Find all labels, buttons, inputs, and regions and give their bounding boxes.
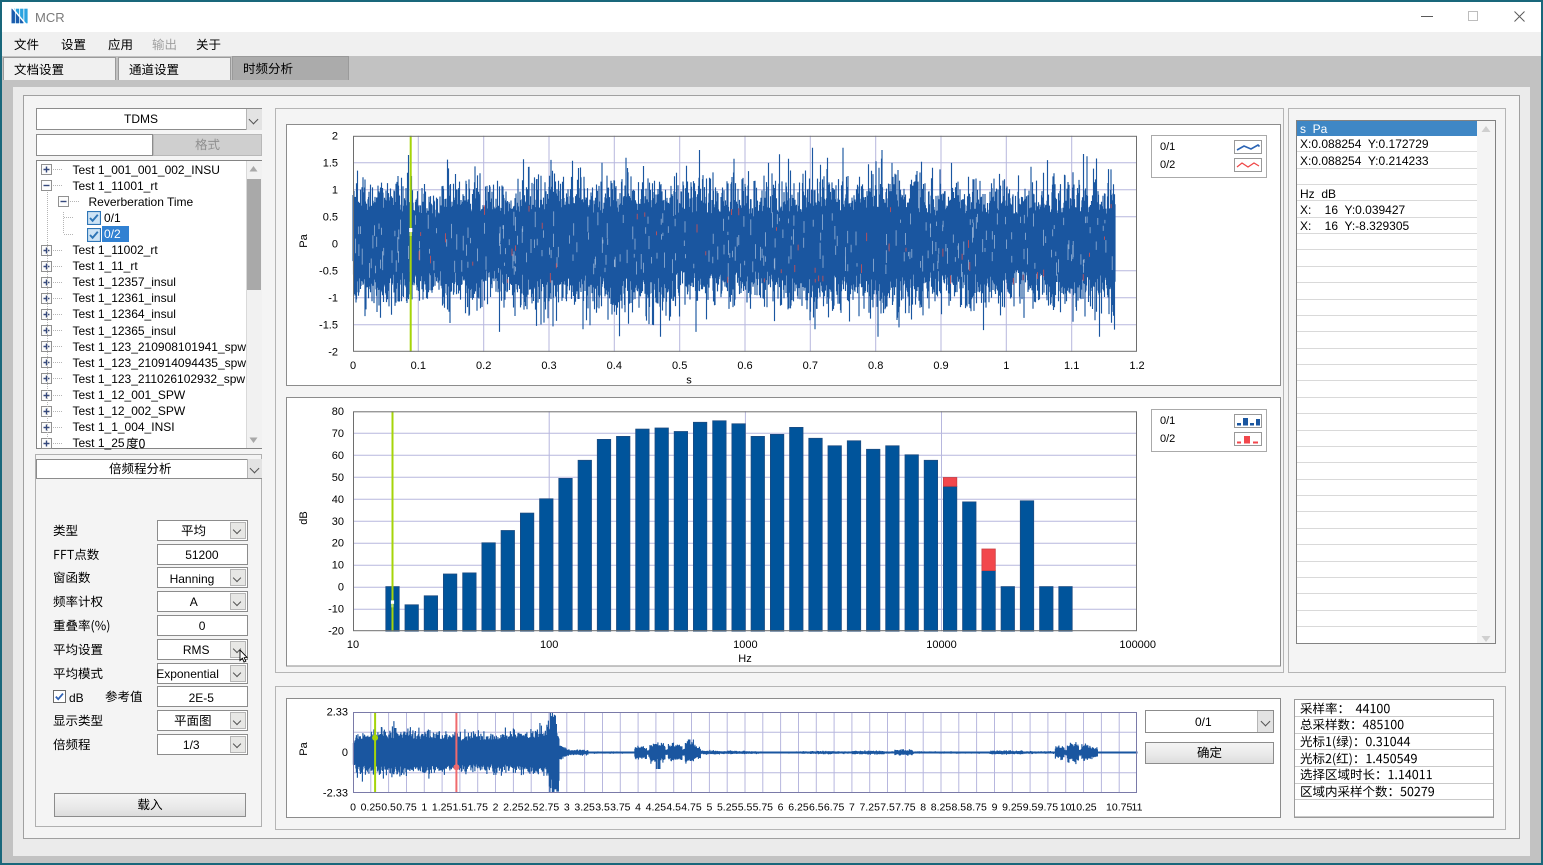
svg-text:5.75: 5.75 bbox=[753, 801, 774, 813]
svg-text:3: 3 bbox=[564, 801, 570, 813]
svg-text:Pa: Pa bbox=[298, 233, 310, 247]
svg-text:1: 1 bbox=[421, 801, 427, 813]
svg-text:-20: -20 bbox=[328, 626, 344, 638]
svg-text:8: 8 bbox=[920, 801, 926, 813]
svg-text:50: 50 bbox=[332, 472, 344, 484]
svg-text:1.5: 1.5 bbox=[453, 801, 468, 813]
svg-text:9: 9 bbox=[992, 801, 998, 813]
svg-text:2.5: 2.5 bbox=[524, 801, 539, 813]
svg-text:10.75: 10.75 bbox=[1106, 801, 1132, 813]
svg-text:8.5: 8.5 bbox=[951, 801, 966, 813]
svg-text:6.25: 6.25 bbox=[788, 801, 809, 813]
svg-text:0.5: 0.5 bbox=[381, 801, 396, 813]
svg-text:-1.5: -1.5 bbox=[319, 319, 338, 331]
svg-text:0.9: 0.9 bbox=[933, 359, 948, 371]
svg-text:0.5: 0.5 bbox=[323, 211, 338, 223]
svg-text:9.25: 9.25 bbox=[1002, 801, 1023, 813]
svg-text:1: 1 bbox=[332, 184, 338, 196]
svg-text:0.3: 0.3 bbox=[541, 359, 556, 371]
svg-text:2: 2 bbox=[493, 801, 499, 813]
svg-text:0.6: 0.6 bbox=[737, 359, 752, 371]
svg-text:30: 30 bbox=[332, 516, 344, 528]
svg-text:0.75: 0.75 bbox=[396, 801, 417, 813]
svg-text:5.5: 5.5 bbox=[738, 801, 753, 813]
svg-text:100000: 100000 bbox=[1119, 639, 1156, 651]
svg-text:11: 11 bbox=[1132, 801, 1143, 813]
svg-text:1.75: 1.75 bbox=[467, 801, 488, 813]
svg-text:2.33: 2.33 bbox=[327, 706, 348, 718]
svg-text:0.2: 0.2 bbox=[476, 359, 491, 371]
svg-text:3.75: 3.75 bbox=[610, 801, 631, 813]
svg-text:-2.33: -2.33 bbox=[323, 787, 348, 799]
svg-text:5.25: 5.25 bbox=[717, 801, 738, 813]
svg-text:80: 80 bbox=[332, 406, 344, 418]
svg-text:4.5: 4.5 bbox=[666, 801, 681, 813]
svg-text:0.8: 0.8 bbox=[868, 359, 883, 371]
svg-text:10000: 10000 bbox=[926, 639, 957, 651]
svg-text:0: 0 bbox=[350, 359, 356, 371]
svg-text:9.5: 9.5 bbox=[1023, 801, 1038, 813]
svg-text:1000: 1000 bbox=[733, 639, 757, 651]
svg-text:7.25: 7.25 bbox=[859, 801, 880, 813]
svg-text:0: 0 bbox=[350, 801, 356, 813]
svg-text:3.25: 3.25 bbox=[574, 801, 595, 813]
svg-text:10.25: 10.25 bbox=[1070, 801, 1096, 813]
svg-text:0.25: 0.25 bbox=[361, 801, 382, 813]
svg-text:0.1: 0.1 bbox=[411, 359, 426, 371]
svg-text:0.5: 0.5 bbox=[672, 359, 687, 371]
svg-text:0: 0 bbox=[332, 238, 338, 250]
svg-text:0.7: 0.7 bbox=[803, 359, 818, 371]
svg-text:1.25: 1.25 bbox=[432, 801, 453, 813]
svg-text:1: 1 bbox=[1003, 359, 1009, 371]
svg-text:s: s bbox=[686, 374, 692, 386]
svg-text:3.5: 3.5 bbox=[595, 801, 610, 813]
svg-text:0: 0 bbox=[342, 747, 348, 759]
svg-text:4: 4 bbox=[635, 801, 641, 813]
svg-text:6.5: 6.5 bbox=[809, 801, 824, 813]
svg-text:7: 7 bbox=[849, 801, 855, 813]
svg-text:6.75: 6.75 bbox=[824, 801, 845, 813]
svg-text:Hz: Hz bbox=[738, 653, 751, 665]
svg-text:100: 100 bbox=[540, 639, 558, 651]
svg-text:4.75: 4.75 bbox=[681, 801, 702, 813]
svg-text:5: 5 bbox=[706, 801, 712, 813]
svg-text:6: 6 bbox=[778, 801, 784, 813]
svg-text:4.25: 4.25 bbox=[646, 801, 667, 813]
svg-text:7.75: 7.75 bbox=[895, 801, 916, 813]
svg-text:10: 10 bbox=[332, 560, 344, 572]
svg-text:9.75: 9.75 bbox=[1038, 801, 1059, 813]
svg-text:40: 40 bbox=[332, 494, 344, 506]
svg-text:60: 60 bbox=[332, 450, 344, 462]
svg-text:0: 0 bbox=[338, 582, 344, 594]
svg-text:10: 10 bbox=[347, 639, 359, 651]
svg-text:-2: -2 bbox=[328, 346, 338, 358]
svg-text:1.2: 1.2 bbox=[1129, 359, 1144, 371]
svg-text:1.5: 1.5 bbox=[323, 157, 338, 169]
svg-text:2.25: 2.25 bbox=[503, 801, 524, 813]
svg-text:2.75: 2.75 bbox=[539, 801, 560, 813]
svg-text:Pa: Pa bbox=[298, 741, 310, 755]
svg-text:20: 20 bbox=[332, 538, 344, 550]
svg-text:0.4: 0.4 bbox=[607, 359, 622, 371]
svg-text:-10: -10 bbox=[328, 604, 344, 616]
svg-text:dB: dB bbox=[298, 511, 310, 524]
svg-text:8.25: 8.25 bbox=[931, 801, 952, 813]
svg-text:8.75: 8.75 bbox=[966, 801, 987, 813]
svg-text:2: 2 bbox=[332, 130, 338, 142]
svg-text:7.5: 7.5 bbox=[880, 801, 895, 813]
svg-text:70: 70 bbox=[332, 428, 344, 440]
svg-text:-0.5: -0.5 bbox=[319, 265, 338, 277]
svg-text:-1: -1 bbox=[328, 292, 338, 304]
svg-text:1.1: 1.1 bbox=[1064, 359, 1079, 371]
